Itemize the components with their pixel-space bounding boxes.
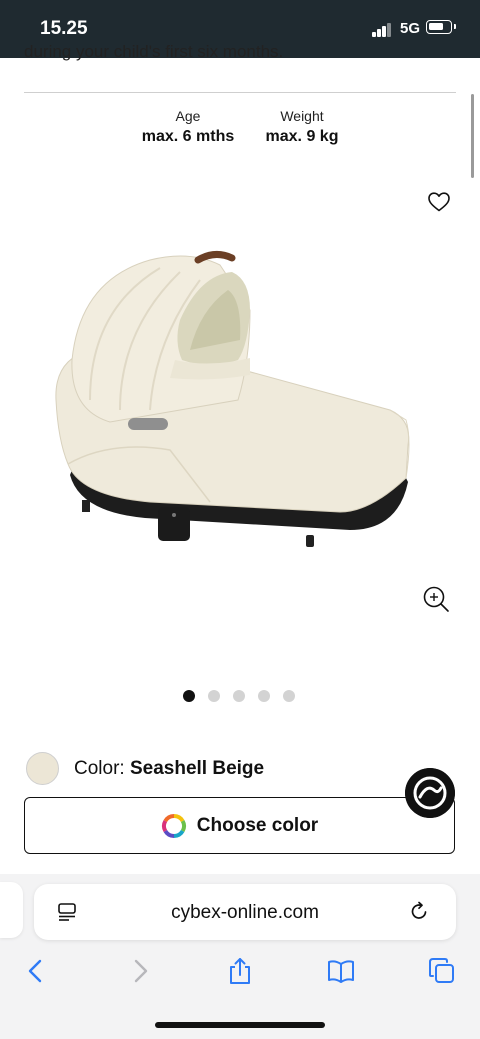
spec-value: max. 9 kg bbox=[265, 128, 339, 145]
zoom-in-icon[interactable] bbox=[421, 584, 451, 614]
gallery-dot-5[interactable] bbox=[283, 690, 295, 702]
color-wheel-icon bbox=[161, 813, 186, 838]
product-image[interactable] bbox=[50, 250, 420, 550]
spec-value: max. 6 mths bbox=[141, 128, 235, 145]
bookmarks-icon[interactable] bbox=[327, 957, 355, 985]
spec-label: Weight bbox=[280, 108, 324, 124]
address-bar[interactable]: cybex-online.com bbox=[34, 884, 456, 940]
divider bbox=[24, 92, 456, 93]
color-swatch[interactable] bbox=[26, 752, 59, 785]
spec-label: Age bbox=[175, 108, 201, 124]
spec-age: Age max. 6 mths bbox=[123, 108, 253, 146]
color-prefix: Color: bbox=[74, 758, 125, 779]
url-text: cybex-online.com bbox=[171, 902, 319, 923]
choose-color-label: Choose color bbox=[196, 814, 319, 836]
scrollbar[interactable] bbox=[471, 94, 474, 178]
gallery-dot-3[interactable] bbox=[233, 690, 245, 702]
color-info: Color: Seashell Beige bbox=[74, 758, 264, 780]
color-name: Seashell Beige bbox=[129, 758, 265, 779]
choose-color-button[interactable]: Choose color bbox=[24, 797, 455, 854]
gallery-dot-4[interactable] bbox=[258, 690, 270, 702]
spec-weight: Weight max. 9 kg bbox=[237, 108, 367, 146]
gallery-dot-1[interactable] bbox=[183, 690, 195, 702]
home-indicator bbox=[155, 1022, 325, 1028]
gallery-dot-2[interactable] bbox=[208, 690, 220, 702]
battery-icon bbox=[426, 20, 456, 34]
description-text: during your child's first six months. bbox=[24, 42, 284, 61]
back-icon[interactable] bbox=[22, 957, 50, 985]
heart-icon[interactable] bbox=[427, 190, 451, 214]
forward-icon[interactable] bbox=[126, 957, 154, 985]
signal-icon bbox=[372, 23, 394, 37]
share-icon[interactable] bbox=[226, 957, 254, 985]
reload-icon[interactable] bbox=[408, 900, 430, 922]
chat-logo-icon[interactable] bbox=[405, 768, 455, 818]
tabs-icon[interactable] bbox=[428, 957, 456, 985]
previous-tab-preview[interactable] bbox=[0, 882, 23, 938]
status-time: 15.25 bbox=[40, 18, 88, 39]
network-label: 5G bbox=[400, 20, 421, 37]
gallery-pagination bbox=[183, 690, 295, 702]
